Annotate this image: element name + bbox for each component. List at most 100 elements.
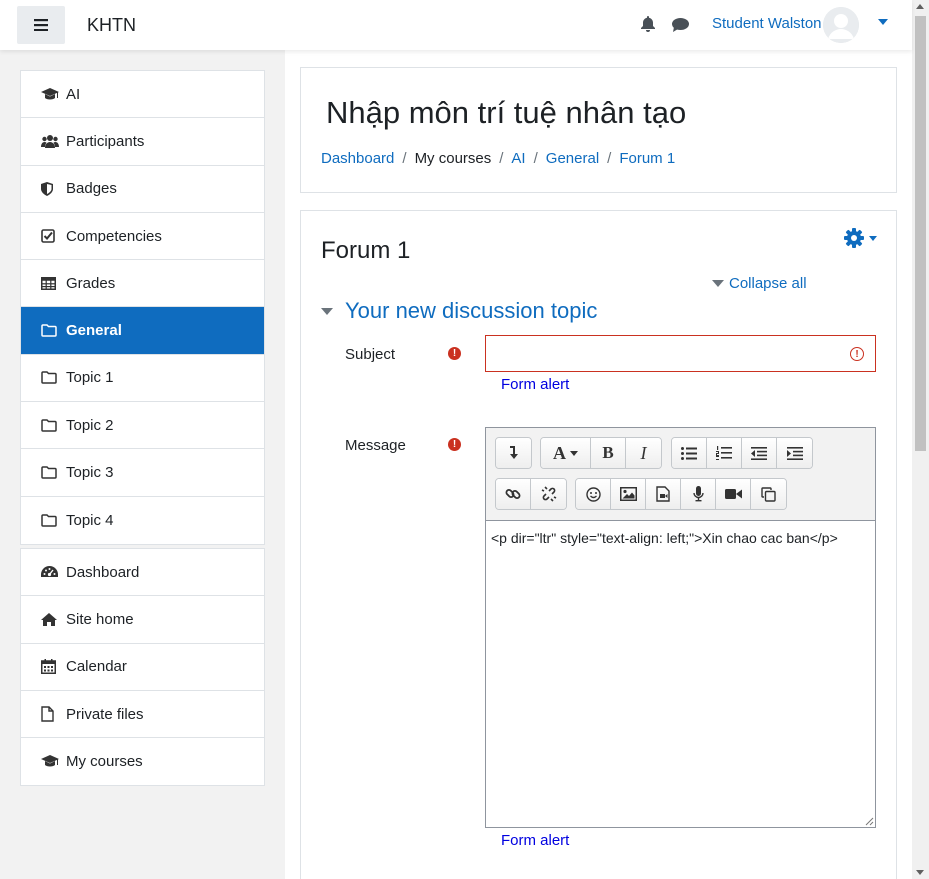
breadcrumb-general[interactable]: General — [546, 150, 599, 167]
settings-menu-button[interactable] — [844, 228, 877, 248]
nav-item-general[interactable]: General — [21, 307, 264, 355]
main-region: Nhập môn trí tuệ nhân tạo Dashboard / My… — [285, 50, 912, 879]
ordered-list-button[interactable] — [707, 438, 742, 468]
drawer-toggle-button[interactable] — [17, 6, 65, 44]
nav-item-label: Competencies — [66, 227, 162, 245]
shield-icon — [41, 181, 59, 196]
breadcrumb-dashboard[interactable]: Dashboard — [321, 150, 394, 167]
nav-item-label: Dashboard — [66, 563, 140, 581]
link-icon — [505, 489, 521, 499]
breadcrumb-separator: / — [499, 150, 504, 167]
check-square-icon — [41, 229, 59, 243]
image-button[interactable] — [611, 479, 646, 509]
page-header-card: Nhập môn trí tuệ nhân tạo Dashboard / My… — [300, 67, 897, 193]
nav-item-private-files[interactable]: Private files — [21, 691, 264, 739]
scrollbar-thumb[interactable] — [915, 16, 926, 451]
nav-item-badges[interactable]: Badges — [21, 166, 264, 213]
page-scrollbar[interactable] — [912, 0, 929, 879]
nav-item-label: Private files — [66, 705, 144, 723]
chevron-down-icon — [869, 235, 877, 241]
unordered-list-button[interactable] — [672, 438, 707, 468]
page-title: Nhập môn trí tuệ nhân tạo — [326, 95, 687, 130]
nav-item-topic-1[interactable]: Topic 1 — [21, 355, 264, 403]
chat-icon[interactable] — [672, 18, 689, 32]
toolbar-group-style: A B I — [540, 437, 662, 469]
editor-toolbar: A B I — [486, 428, 875, 521]
section-toggle[interactable]: Your new discussion topic — [321, 298, 597, 324]
nav-item-label: Calendar — [66, 658, 127, 676]
toolbar-group-lists — [671, 437, 813, 469]
site-brand[interactable]: KHTN — [87, 15, 136, 36]
nav-item-ai[interactable]: AI — [21, 71, 264, 119]
scroll-down-arrow[interactable] — [916, 870, 924, 875]
record-video-button[interactable] — [716, 479, 751, 509]
indent-button[interactable] — [777, 438, 812, 468]
level-down-icon — [509, 446, 518, 459]
resize-handle-icon[interactable] — [865, 817, 874, 826]
subject-input[interactable]: ! — [485, 335, 876, 372]
bell-icon[interactable] — [641, 16, 655, 32]
nav-item-label: Grades — [66, 274, 116, 292]
nav-item-label: Topic 1 — [66, 369, 114, 387]
nav-item-label: Topic 2 — [66, 416, 114, 434]
user-menu-name[interactable]: Student Walston — [712, 15, 822, 32]
link-button[interactable] — [496, 479, 531, 509]
folder-icon — [41, 324, 59, 337]
required-icon: ! — [448, 347, 461, 360]
caret-down-icon — [321, 307, 333, 315]
media-button[interactable] — [646, 479, 681, 509]
required-icon: ! — [448, 438, 461, 451]
collapse-all-label: Collapse all — [729, 275, 807, 292]
nav-item-site-home[interactable]: Site home — [21, 596, 264, 644]
error-icon: ! — [850, 347, 864, 361]
course-nav-list: AI Participants Badges Competencies Grad… — [20, 70, 265, 545]
graduation-cap-icon — [41, 87, 59, 101]
folder-icon — [41, 418, 59, 432]
collapse-toolbar-button[interactable] — [496, 438, 531, 468]
chevron-down-icon — [570, 450, 578, 456]
nav-item-dashboard[interactable]: Dashboard — [21, 549, 264, 597]
bold-icon: B — [602, 443, 614, 462]
message-textarea[interactable]: <p dir="ltr" style="text-align: left;">X… — [486, 521, 875, 555]
nav-item-calendar[interactable]: Calendar — [21, 644, 264, 691]
bold-button[interactable]: B — [591, 438, 626, 468]
outdent-button[interactable] — [742, 438, 777, 468]
manage-files-button[interactable] — [751, 479, 786, 509]
user-silhouette-icon — [823, 7, 859, 43]
nav-item-label: My courses — [66, 753, 143, 771]
nav-drawer: AI Participants Badges Competencies Grad… — [0, 50, 285, 879]
list-ul-icon — [681, 446, 697, 460]
avatar[interactable] — [823, 7, 859, 43]
nav-item-label: Topic 4 — [66, 511, 114, 529]
nav-item-topic-4[interactable]: Topic 4 — [21, 497, 264, 544]
record-audio-button[interactable] — [681, 479, 716, 509]
nav-item-label: General — [66, 322, 122, 340]
paragraph-style-button[interactable]: A — [541, 438, 591, 468]
image-icon — [619, 487, 637, 501]
section-title: Your new discussion topic — [345, 298, 598, 323]
caret-down-icon — [712, 280, 724, 287]
graduation-cap-icon — [41, 755, 59, 768]
nav-item-topic-2[interactable]: Topic 2 — [21, 402, 264, 450]
unlink-button[interactable] — [531, 479, 566, 509]
outdent-icon — [751, 446, 767, 460]
nav-item-competencies[interactable]: Competencies — [21, 213, 264, 261]
emoticon-button[interactable] — [576, 479, 611, 509]
gear-icon — [844, 228, 864, 248]
breadcrumb-forum-1[interactable]: Forum 1 — [619, 150, 675, 167]
top-navbar: KHTN Student Walston — [0, 0, 912, 50]
breadcrumb-separator: / — [607, 150, 612, 167]
nav-item-topic-3[interactable]: Topic 3 — [21, 449, 264, 497]
breadcrumb-ai[interactable]: AI — [511, 150, 525, 167]
folder-icon — [41, 371, 59, 385]
message-editor: A B I <p dir="ltr" style="text-align: le… — [485, 427, 876, 828]
nav-item-my-courses[interactable]: My courses — [21, 738, 264, 785]
microphone-icon — [692, 486, 704, 502]
nav-item-participants[interactable]: Participants — [21, 118, 264, 166]
collapse-all-link[interactable]: Collapse all — [712, 275, 807, 292]
nav-item-grades[interactable]: Grades — [21, 260, 264, 308]
folder-icon — [41, 466, 59, 479]
scroll-up-arrow[interactable] — [916, 4, 924, 9]
italic-button[interactable]: I — [626, 438, 661, 468]
chevron-down-icon[interactable] — [878, 19, 888, 25]
